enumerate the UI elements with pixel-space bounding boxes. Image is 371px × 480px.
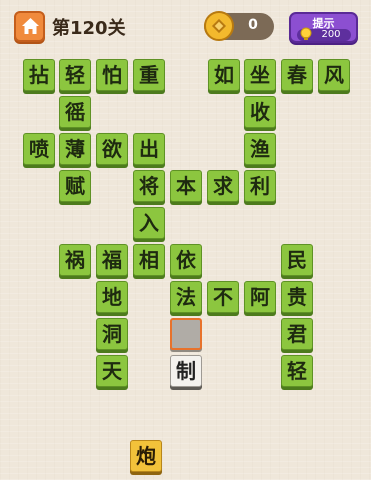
grid-tile[interactable]: 福 bbox=[96, 244, 128, 276]
grid-tile[interactable]: 将 bbox=[133, 170, 165, 202]
grid-tile[interactable]: 徭 bbox=[59, 96, 91, 128]
grid-tile[interactable]: 如 bbox=[208, 59, 240, 91]
puzzle-board: 拈 轻 怕 重 如 坐 春 风 徭 收 喷 薄 欲 出 渔 赋 将 本 求 利 … bbox=[0, 0, 371, 480]
grid-tile[interactable]: 民 bbox=[281, 244, 313, 276]
grid-tile[interactable]: 贵 bbox=[281, 281, 313, 313]
grid-tile[interactable]: 欲 bbox=[96, 133, 128, 165]
grid-tile[interactable]: 春 bbox=[281, 59, 313, 91]
grid-tile[interactable]: 入 bbox=[133, 207, 165, 239]
grid-tile[interactable]: 天 bbox=[96, 355, 128, 387]
grid-tile[interactable]: 轻 bbox=[281, 355, 313, 387]
grid-tile[interactable]: 相 bbox=[133, 244, 165, 276]
grid-tile[interactable]: 君 bbox=[281, 318, 313, 350]
grid-tile[interactable]: 渔 bbox=[244, 133, 276, 165]
grid-tile[interactable]: 洞 bbox=[96, 318, 128, 350]
grid-tile[interactable]: 本 bbox=[170, 170, 202, 202]
grid-tile[interactable]: 怕 bbox=[96, 59, 128, 91]
grid-tile[interactable]: 祸 bbox=[59, 244, 91, 276]
grid-tile[interactable]: 利 bbox=[244, 170, 276, 202]
grid-tile[interactable]: 不 bbox=[207, 281, 239, 313]
grid-tile[interactable]: 依 bbox=[170, 244, 202, 276]
grid-tile[interactable]: 薄 bbox=[59, 133, 91, 165]
grid-tile[interactable]: 收 bbox=[244, 96, 276, 128]
grid-tile[interactable]: 地 bbox=[96, 281, 128, 313]
grid-tile[interactable]: 拈 bbox=[23, 59, 55, 91]
grid-tile[interactable]: 风 bbox=[318, 59, 350, 91]
grid-tile[interactable]: 重 bbox=[133, 59, 165, 91]
filled-answer-tile[interactable]: 制 bbox=[170, 355, 202, 387]
grid-tile[interactable]: 出 bbox=[133, 133, 165, 165]
grid-tile[interactable]: 喷 bbox=[23, 133, 55, 165]
grid-tile[interactable]: 阿 bbox=[244, 281, 276, 313]
choice-tile[interactable]: 炮 bbox=[130, 440, 162, 472]
grid-tile[interactable]: 法 bbox=[170, 281, 202, 313]
grid-tile[interactable]: 求 bbox=[207, 170, 239, 202]
grid-tile[interactable]: 赋 bbox=[59, 170, 91, 202]
empty-answer-slot[interactable] bbox=[170, 318, 202, 350]
grid-tile[interactable]: 轻 bbox=[59, 59, 91, 91]
grid-tile[interactable]: 坐 bbox=[244, 59, 276, 91]
